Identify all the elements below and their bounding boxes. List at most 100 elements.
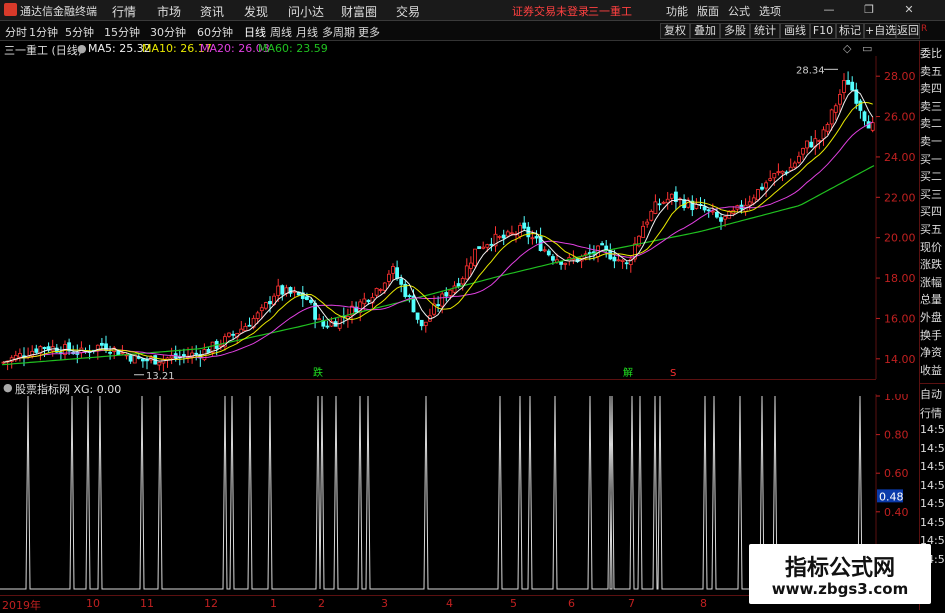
period-fenshi[interactable]: 分时	[5, 24, 27, 40]
candle	[247, 317, 252, 327]
menu-item-gongshi[interactable]: 公式	[728, 3, 750, 19]
diejia-button[interactable]: 叠加	[690, 23, 720, 39]
side-label-15[interactable]: 外盘	[920, 309, 945, 325]
period-30min[interactable]: 30分钟	[150, 24, 186, 40]
price-label: 20.00	[884, 232, 916, 245]
candle	[464, 258, 469, 280]
side-label-14[interactable]: 总量	[920, 291, 945, 307]
side-label-1[interactable]: 卖五	[920, 63, 945, 79]
candle	[809, 135, 814, 148]
diamond-icon[interactable]: ◇	[843, 42, 851, 55]
side-label-9[interactable]: 买四	[920, 203, 945, 219]
period-1min[interactable]: 1分钟	[29, 24, 58, 40]
candle	[682, 194, 686, 211]
period-5min[interactable]: 5分钟	[65, 24, 94, 40]
biaoji-button[interactable]: 标记	[836, 23, 864, 39]
side-label-8[interactable]: 买三	[920, 186, 945, 202]
side-label-13[interactable]: 涨幅	[920, 274, 945, 290]
huaxian-button[interactable]: 画线	[780, 23, 810, 39]
tick-label-1[interactable]: 行情	[920, 405, 945, 421]
candle	[690, 195, 695, 217]
minimize-icon[interactable]: —	[822, 3, 836, 16]
back-button[interactable]: 返回	[896, 23, 920, 39]
side-label-4[interactable]: 卖二	[920, 115, 945, 131]
period-month[interactable]: 月线	[296, 24, 318, 40]
panel-restore-icon[interactable]: ▭	[862, 42, 872, 55]
candle	[17, 348, 22, 362]
menu-item-gongneng[interactable]: 功能	[666, 3, 688, 19]
candle	[321, 316, 326, 329]
side-label-7[interactable]: 买二	[920, 168, 945, 184]
tick-label-0[interactable]: 自动	[920, 386, 945, 402]
candle	[534, 230, 539, 244]
candle	[764, 180, 768, 198]
candle	[427, 308, 432, 322]
candle	[546, 248, 551, 257]
period-multi[interactable]: 多周期	[322, 24, 355, 40]
side-label-16[interactable]: 换手	[920, 327, 945, 343]
side-label-3[interactable]: 卖三	[920, 98, 945, 114]
side-label-5[interactable]: 卖一	[920, 133, 945, 149]
side-label-18[interactable]: 收益	[920, 362, 945, 378]
add-watchlist-button[interactable]: +自选	[864, 23, 896, 39]
menu-item-caifuquan[interactable]: 财富圈	[341, 3, 377, 20]
legend-dot-icon[interactable]: ●	[77, 42, 87, 55]
side-label-6[interactable]: 买一	[920, 151, 945, 167]
candle	[489, 237, 494, 252]
period-15min[interactable]: 15分钟	[104, 24, 140, 40]
candle	[112, 345, 117, 360]
candle	[678, 197, 682, 207]
tick-label-3: 14:50	[920, 441, 945, 455]
menu-item-zixun[interactable]: 资讯	[200, 3, 224, 20]
candle	[870, 116, 875, 133]
tick-label-7: 14:50	[920, 515, 945, 529]
candle	[13, 350, 18, 363]
high-price-label: 28.34	[796, 65, 825, 76]
period-more[interactable]: 更多	[358, 24, 380, 40]
side-label-10[interactable]: 买五	[920, 221, 945, 237]
candle	[768, 170, 773, 182]
side-label-11[interactable]: 现价	[920, 239, 945, 255]
f10-button[interactable]: F10	[810, 23, 836, 39]
ind-label: 0.60	[884, 467, 909, 480]
price-label: 14.00	[884, 353, 916, 366]
candle	[776, 163, 781, 176]
period-day[interactable]: 日线	[244, 24, 266, 40]
app-logo-icon	[4, 3, 17, 16]
duogu-button[interactable]: 多股	[720, 23, 750, 39]
period-week[interactable]: 周线	[270, 24, 292, 40]
candle	[649, 209, 654, 222]
candle	[526, 222, 531, 245]
ind-label: 1.00	[884, 394, 909, 403]
menu-item-xuanxiang[interactable]: 选项	[759, 3, 781, 19]
menu-item-jiaoyi[interactable]: 交易	[396, 3, 420, 20]
candle	[858, 98, 863, 119]
tick-label-5: 14:50	[920, 478, 945, 492]
close-icon[interactable]: ✕	[902, 3, 916, 16]
indicator-dot-icon[interactable]: ●	[3, 381, 13, 394]
login-status[interactable]: 证券交易未登录	[512, 3, 589, 19]
candle	[100, 338, 104, 350]
tongji-button[interactable]: 统计	[750, 23, 780, 39]
menu-item-hangqing[interactable]: 行情	[112, 3, 136, 20]
kline-chart[interactable]: 28.34 13.21 跌 解 S 28.00 26.00 24.00 22.00 20…	[0, 56, 919, 379]
side-label-0[interactable]: 委比	[920, 45, 945, 61]
x-label-1: 1	[270, 597, 277, 610]
restore-icon[interactable]: ❐	[862, 3, 876, 16]
candle	[813, 130, 818, 155]
side-label-2[interactable]: 卖四	[920, 80, 945, 96]
candle	[419, 319, 424, 331]
period-60min[interactable]: 60分钟	[197, 24, 233, 40]
watermark-url: www.zbgs3.com	[771, 580, 909, 598]
fuquan-button[interactable]: 复权	[660, 23, 690, 39]
x-label-2019: 2019年	[2, 599, 41, 612]
menu-item-wenxiaoda[interactable]: 问小达	[288, 3, 324, 20]
candle	[67, 338, 71, 355]
menu-item-shichang[interactable]: 市场	[157, 3, 181, 20]
side-label-17[interactable]: 净资	[920, 344, 945, 360]
menu-item-faxian[interactable]: 发现	[244, 3, 268, 20]
app-title: 通达信金融终端	[20, 5, 97, 18]
side-label-12[interactable]: 涨跌	[920, 256, 945, 272]
low-price-label: 13.21	[146, 371, 175, 379]
menu-item-banmian[interactable]: 版面	[697, 3, 719, 19]
